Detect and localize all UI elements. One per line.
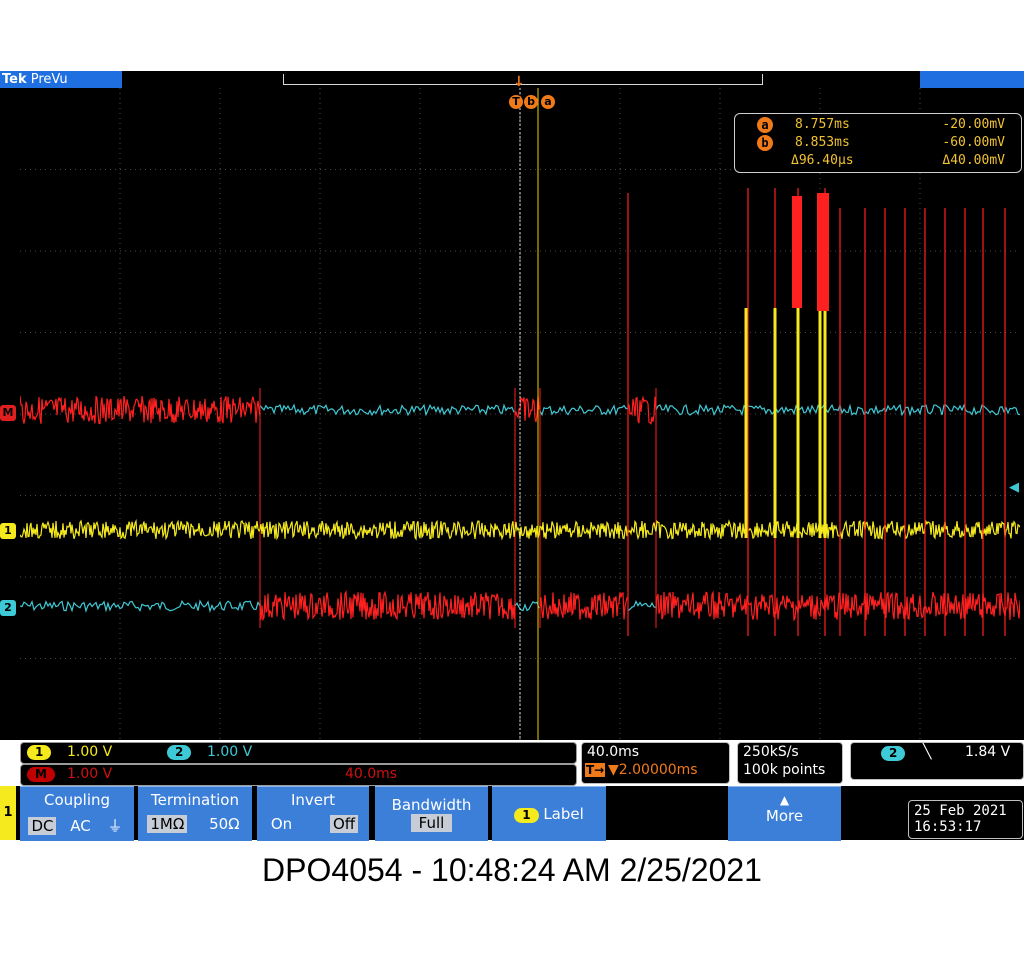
cursor-a-time: 8.757ms xyxy=(795,117,850,132)
channel-1-menu-tab[interactable]: 1 xyxy=(0,786,16,840)
trigger-arrow-icon: ↓ xyxy=(513,74,525,90)
invert-on-option[interactable]: On xyxy=(268,815,295,833)
cursor-readout: a 8.757ms -20.00mV b 8.853ms -60.00mV Δ9… xyxy=(734,113,1022,173)
ch2-channel-marker[interactable]: 2 xyxy=(0,600,16,616)
record-length: 100k points xyxy=(743,762,826,778)
date-text: 25 Feb 2021 xyxy=(914,803,1007,819)
math-trace-high xyxy=(514,396,541,423)
cursor-a-row: a 8.757ms -20.00mV xyxy=(735,116,1021,134)
brand-badge: Tek PreVu xyxy=(0,71,122,88)
label-ch1-badge: 1 xyxy=(514,808,539,823)
trigger-box[interactable]: 2 ╲ 1.84 V xyxy=(850,742,1024,780)
math-channel-marker[interactable]: M xyxy=(0,405,16,421)
datetime-box: 25 Feb 2021 16:53:17 xyxy=(908,800,1023,839)
cursor-b-icon: b xyxy=(757,135,773,151)
timebase-box[interactable]: 40.0ms T→ ▼2.00000ms xyxy=(581,742,730,784)
channel-info-row-1: 1 1.00 V 2 1.00 V xyxy=(20,742,577,764)
label-button[interactable]: 1 Label xyxy=(492,786,606,841)
math-badge[interactable]: M xyxy=(27,767,55,782)
invert-title: Invert xyxy=(290,791,336,809)
bandwidth-value: Full xyxy=(410,814,453,832)
ch2-trace-high xyxy=(259,403,515,417)
more-text: More xyxy=(765,807,804,825)
invert-off-option[interactable]: Off xyxy=(329,815,359,833)
math-burst xyxy=(792,196,802,308)
trigger-slope-icon: ╲ xyxy=(923,744,932,760)
ch2-trace-low xyxy=(20,599,261,614)
more-up-icon: ▲ xyxy=(779,793,790,807)
cursor-b-badge: b xyxy=(524,95,538,109)
ch1-badge[interactable]: 1 xyxy=(27,745,52,760)
brand-tek: Tek xyxy=(2,72,27,87)
cursor-delta-volt: Δ40.00mV xyxy=(942,153,1005,168)
sample-rate: 250kS/s xyxy=(743,744,799,760)
more-button[interactable]: ▲ More xyxy=(728,786,841,841)
channel-info-row-2: M 1.00 V 40.0ms xyxy=(20,764,577,786)
cursor-a-badge: a xyxy=(541,95,555,109)
status-bar-right xyxy=(920,71,1024,88)
cursor-b-volt: -60.00mV xyxy=(942,135,1005,150)
bandwidth-title: Bandwidth xyxy=(391,796,472,814)
ch2-badge[interactable]: 2 xyxy=(167,745,192,760)
math-scale[interactable]: 1.00 V xyxy=(67,766,112,782)
timebase-scale: 40.0ms xyxy=(587,744,640,760)
cursor-delta-time: Δ96.40µs xyxy=(791,153,854,168)
ch1-scale[interactable]: 1.00 V xyxy=(67,744,112,760)
trigger-position-marker[interactable]: T xyxy=(509,95,523,109)
invert-button[interactable]: Invert On Off xyxy=(257,786,369,841)
termination-1mohm-option[interactable]: 1MΩ xyxy=(147,815,188,833)
ch2-trace-low xyxy=(627,600,657,612)
termination-title: Termination xyxy=(151,791,239,809)
cursor-a-volt: -20.00mV xyxy=(942,117,1005,132)
cursor-delta-row: Δ96.40µs Δ40.00mV xyxy=(735,152,1021,170)
waveform-display[interactable] xyxy=(20,88,1020,740)
trigger-pos-icon: T→ xyxy=(585,763,606,777)
cursor-b-time: 8.853ms xyxy=(795,135,850,150)
trigger-level: 1.84 V xyxy=(965,744,1011,760)
math-trace-high xyxy=(627,395,657,425)
math-trace-low xyxy=(259,589,516,622)
acquisition-box[interactable]: 250kS/s 100k points xyxy=(737,742,843,784)
time-text: 16:53:17 xyxy=(914,819,982,835)
trigger-t-badge: T xyxy=(509,95,523,109)
trigger-level-icon: ◀ xyxy=(1009,480,1019,495)
coupling-ground-icon[interactable]: ⏚ xyxy=(105,815,126,836)
termination-button[interactable]: Termination 1MΩ 50Ω xyxy=(138,786,252,841)
coupling-dc-option[interactable]: DC xyxy=(28,817,57,835)
waveform-svg xyxy=(20,88,1020,740)
ch2-trace-low xyxy=(514,601,540,612)
ch1-channel-marker[interactable]: 1 xyxy=(0,523,16,539)
trigger-position: ▼2.00000ms xyxy=(608,762,698,778)
bandwidth-button[interactable]: Bandwidth Full xyxy=(375,786,488,841)
math-trace-high xyxy=(20,395,261,425)
cursor-b-row: b 8.853ms -60.00mV xyxy=(735,134,1021,152)
acquisition-mode: PreVu xyxy=(30,72,68,87)
coupling-button[interactable]: Coupling DC AC ⏚ xyxy=(20,786,134,841)
coupling-ac-option[interactable]: AC xyxy=(67,817,93,835)
ch2-scale[interactable]: 1.00 V xyxy=(207,744,252,760)
termination-50ohm-option[interactable]: 50Ω xyxy=(206,815,243,833)
math-trace-low xyxy=(539,592,629,620)
trigger-source-badge: 2 xyxy=(881,746,906,761)
math-time-scale[interactable]: 40.0ms xyxy=(345,766,397,782)
cursor-b-marker[interactable]: b xyxy=(524,95,538,109)
label-text: Label xyxy=(543,805,584,823)
screenshot-caption: DPO4054 - 10:48:24 AM 2/25/2021 xyxy=(262,852,762,888)
coupling-title: Coupling xyxy=(43,791,111,809)
cursor-a-icon: a xyxy=(757,117,773,133)
math-burst xyxy=(817,193,829,311)
ch2-trace-high xyxy=(539,404,629,417)
right-marker-strip xyxy=(1020,88,1024,740)
cursor-a-marker[interactable]: a xyxy=(541,95,555,109)
